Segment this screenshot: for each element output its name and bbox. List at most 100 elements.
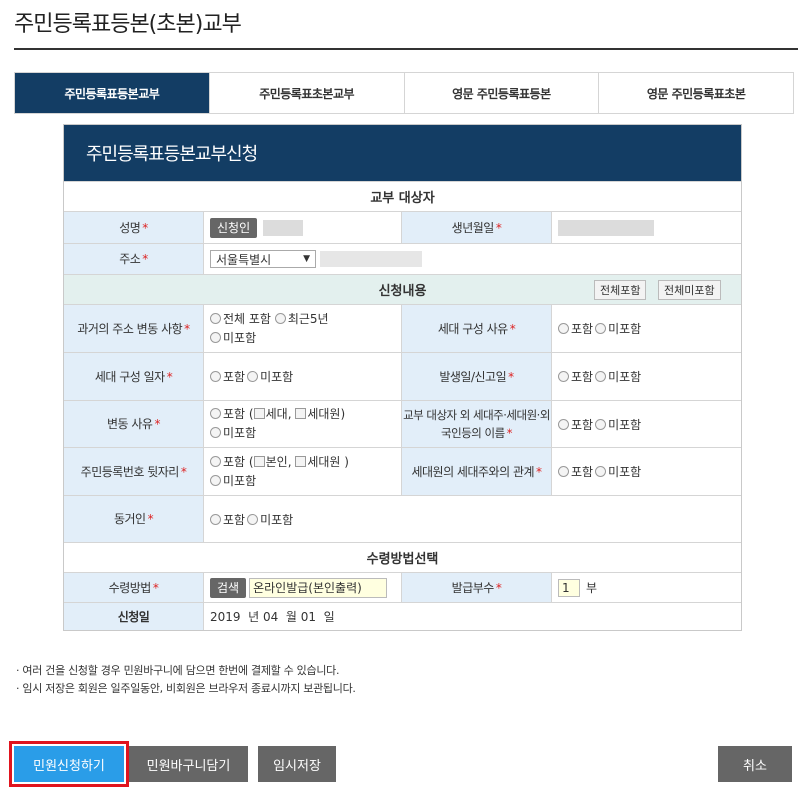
name-label: 성명 *: [64, 212, 204, 243]
radio-relation-include[interactable]: [558, 466, 569, 477]
radio-issue-date-exclude[interactable]: [595, 371, 607, 382]
apply-date-value: 2019 년 04 월 01 일: [204, 603, 741, 630]
exclude-text: 미포함: [260, 512, 294, 527]
cohabitant-options: 포함 미포함: [204, 496, 741, 542]
include-text: 포함: [223, 370, 246, 384]
past-address-options: 전체 포함 최근5년 미포함: [204, 305, 402, 352]
row-rrn: 주민등록번호 뒷자리 * 포함 (본인, 세대원 ) 미포함 세대원의 세대주와의…: [64, 447, 741, 495]
include-all-button[interactable]: 전체포함: [594, 280, 647, 300]
search-button[interactable]: 검색: [210, 577, 247, 598]
title-divider: [14, 48, 798, 50]
issue-date-options: 포함 미포함: [552, 353, 741, 400]
radio-past-recent[interactable]: [274, 312, 286, 324]
form-title: 주민등록표등본교부신청: [64, 125, 741, 181]
radio-others-include[interactable]: [558, 418, 569, 430]
radio-cohabitant-include[interactable]: [210, 513, 221, 525]
exclude-text: 미포함: [223, 426, 257, 440]
exclude-text: 미포함: [608, 370, 642, 384]
tab-english-copy[interactable]: 영문 주민등록표등본: [403, 73, 599, 113]
include-text: 포함: [571, 465, 594, 479]
applicant-button[interactable]: 신청인: [210, 217, 258, 238]
name-value: 신청인: [204, 212, 402, 243]
members-text: 세대원 ): [307, 454, 349, 469]
rrn-options: 포함 (본인, 세대원 ) 미포함: [204, 448, 402, 495]
radio-others-exclude[interactable]: [595, 418, 607, 430]
address-redacted[interactable]: [320, 251, 422, 267]
radio-household-reason-exclude[interactable]: [595, 323, 607, 334]
exclude-text: 미포함: [608, 465, 642, 479]
radio-household-date-exclude[interactable]: [247, 371, 259, 382]
address-city-select[interactable]: 서울특별시 ▼: [210, 250, 316, 268]
method-value: 검색 온라인발급(본인출력): [204, 573, 402, 602]
radio-household-date-include[interactable]: [210, 371, 221, 382]
tab-english-abstract[interactable]: 영문 주민등록표초본: [598, 73, 793, 113]
include-text: 포함: [571, 370, 594, 384]
note-item: · 임시 저장은 회원은 일주일동안, 비회원은 브라우저 종료시까지 보관됩니…: [16, 682, 356, 695]
checkbox-self[interactable]: [253, 455, 265, 467]
household-reason-options: 포함 미포함: [552, 305, 741, 352]
checkbox-household[interactable]: [253, 408, 265, 419]
self-text: 본인: [265, 454, 288, 469]
checkbox-members2[interactable]: [295, 455, 307, 467]
radio-issue-date-include[interactable]: [558, 371, 569, 382]
birth-value: [552, 212, 741, 243]
apply-date-label: 신청일: [64, 603, 204, 630]
radio-change-exclude[interactable]: [210, 427, 221, 438]
radio-cohabitant-exclude[interactable]: [247, 513, 259, 525]
change-reason-label: 변동 사유 *: [64, 401, 204, 447]
note-item: · 여러 건을 신청할 경우 민원바구니에 담으면 한번에 결제할 수 있습니다…: [16, 664, 340, 677]
temp-save-button[interactable]: 임시저장: [258, 746, 336, 782]
past-all-label: 전체 포함: [223, 311, 271, 326]
checkbox-members[interactable]: [295, 408, 307, 419]
method-label: 수령방법 *: [64, 573, 204, 602]
address-value: 서울특별시 ▼: [204, 244, 741, 274]
others-name-label: 교부 대상자 외 세대주·세대원·외국인등의 이름 *: [402, 401, 552, 447]
radio-household-reason-include[interactable]: [558, 323, 569, 334]
include-text: 포함: [223, 454, 246, 469]
past-address-label: 과거의 주소 변동 사항 *: [64, 305, 204, 352]
cancel-button[interactable]: 취소: [718, 746, 792, 782]
members-text: 세대원: [307, 407, 341, 421]
tab-bar: 주민등록표등본교부 주민등록표초본교부 영문 주민등록표등본 영문 주민등록표초…: [14, 72, 794, 114]
exclude-text: 미포함: [608, 322, 642, 336]
exclude-all-button[interactable]: 전체미포함: [658, 280, 721, 300]
section-target-heading: 교부 대상자: [64, 181, 741, 211]
include-text: 포함: [571, 322, 594, 336]
name-redacted: [263, 219, 304, 236]
past-exclude-label: 미포함: [223, 330, 257, 345]
radio-past-exclude[interactable]: [210, 331, 221, 343]
issue-date-label: 발생일/신고일 *: [402, 353, 552, 400]
tab-resident-abstract[interactable]: 주민등록표초본교부: [208, 73, 404, 113]
section-content-heading: 신청내용 전체포함 전체미포함: [64, 274, 741, 304]
cohabitant-label: 동거인 *: [64, 496, 204, 542]
add-to-basket-button[interactable]: 민원바구니담기: [129, 746, 248, 782]
household-text: 세대: [265, 407, 288, 421]
apply-button[interactable]: 민원신청하기: [14, 746, 124, 782]
row-address: 주소 * 서울특별시 ▼: [64, 243, 741, 274]
household-date-label: 세대 구성 일자 *: [64, 353, 204, 400]
method-input[interactable]: 온라인발급(본인출력): [249, 577, 388, 598]
radio-past-all[interactable]: [210, 312, 221, 324]
copies-value: 1 부: [552, 573, 741, 602]
radio-change-include[interactable]: [210, 408, 221, 419]
include-text: 포함: [223, 512, 246, 527]
exclude-text: 미포함: [260, 370, 294, 384]
tab-resident-copy[interactable]: 주민등록표등본교부: [15, 73, 209, 113]
rrn-label: 주민등록번호 뒷자리 *: [64, 448, 204, 495]
section-receive-heading: 수령방법선택: [64, 542, 741, 572]
copies-input[interactable]: 1: [558, 578, 580, 597]
page-title: 주민등록표등본(초본)교부: [14, 12, 242, 37]
row-apply-date: 신청일 2019 년 04 월 01 일: [64, 602, 741, 630]
radio-rrn-include[interactable]: [210, 455, 221, 467]
include-text: 포함: [223, 407, 246, 421]
birth-redacted: [558, 219, 654, 236]
include-text: 포함: [571, 417, 594, 432]
exclude-text: 미포함: [223, 473, 257, 488]
birth-label: 생년월일 *: [402, 212, 552, 243]
past-recent-label: 최근5년: [287, 311, 329, 326]
relation-label: 세대원의 세대주와의 관계 *: [402, 448, 552, 495]
row-name-birth: 성명 * 신청인 생년월일 *: [64, 211, 741, 243]
copies-label: 발급부수 *: [402, 573, 552, 602]
radio-rrn-exclude[interactable]: [210, 474, 221, 486]
radio-relation-exclude[interactable]: [595, 466, 607, 477]
